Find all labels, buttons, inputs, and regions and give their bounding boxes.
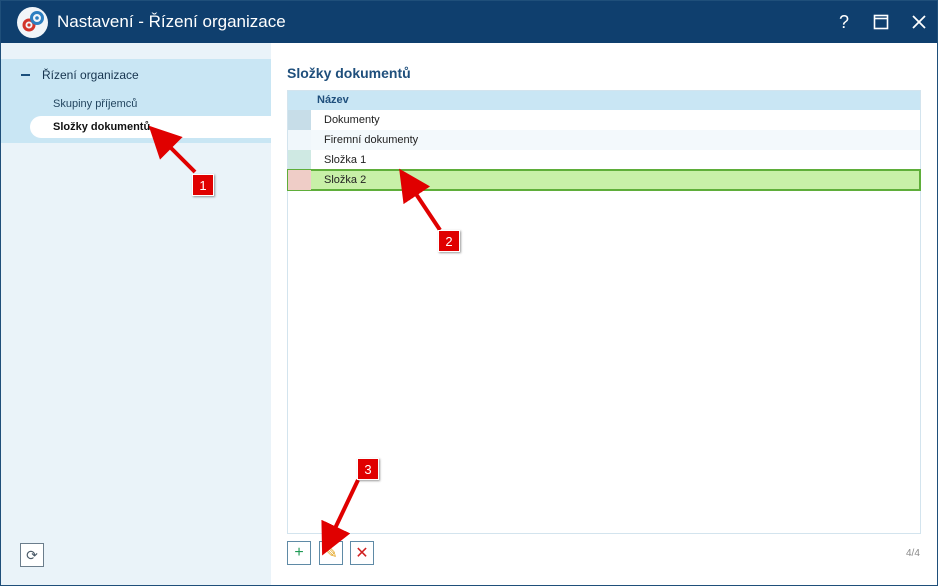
sidebar-item-label: Skupiny příjemců bbox=[53, 98, 138, 110]
plus-icon: + bbox=[294, 544, 304, 561]
table-row[interactable]: Složka 1 bbox=[288, 150, 920, 170]
refresh-button[interactable]: ⟳ bbox=[20, 543, 44, 567]
help-button[interactable]: ? bbox=[829, 7, 859, 37]
color-swatch bbox=[288, 110, 311, 130]
settings-window: Nastavení - Řízení organizace ? Řízení o… bbox=[0, 0, 938, 586]
tree-node-label: Řízení organizace bbox=[42, 68, 139, 82]
callout-1: 1 bbox=[192, 174, 214, 196]
refresh-icon: ⟳ bbox=[26, 546, 38, 563]
folder-name: Dokumenty bbox=[324, 114, 380, 126]
table-row-selected[interactable]: Složka 2 bbox=[287, 169, 921, 191]
close-icon bbox=[912, 15, 926, 29]
delete-icon: ✕ bbox=[355, 545, 369, 562]
page-counter: 4/4 bbox=[906, 548, 920, 559]
table-row[interactable]: Firemní dokumenty bbox=[288, 130, 920, 150]
sidebar: Řízení organizace Skupiny příjemců Složk… bbox=[1, 43, 271, 585]
callout-2: 2 bbox=[438, 230, 460, 252]
collapse-icon[interactable] bbox=[21, 74, 30, 76]
tree-node-rizeni-organizace[interactable]: Řízení organizace bbox=[1, 59, 271, 91]
edit-button[interactable]: ✎ bbox=[319, 541, 343, 565]
main-panel: Složky dokumentů Název Dokumenty Firemní… bbox=[271, 43, 937, 585]
window-title: Nastavení - Řízení organizace bbox=[57, 12, 286, 31]
callout-3: 3 bbox=[357, 458, 379, 480]
folder-name: Firemní dokumenty bbox=[324, 134, 419, 146]
add-button[interactable]: + bbox=[287, 541, 311, 565]
color-swatch bbox=[288, 130, 311, 150]
folder-name: Složka 1 bbox=[324, 154, 367, 166]
title-bar: Nastavení - Řízení organizace ? bbox=[1, 1, 937, 43]
page-title: Složky dokumentů bbox=[287, 65, 411, 81]
sidebar-item-slozky-dokumentu[interactable]: Složky dokumentů bbox=[30, 116, 271, 138]
sidebar-item-label: Složky dokumentů bbox=[53, 121, 151, 133]
delete-button[interactable]: ✕ bbox=[350, 541, 374, 565]
maximize-button[interactable] bbox=[866, 7, 896, 37]
color-swatch bbox=[288, 150, 311, 170]
folders-table: Název Dokumenty Firemní dokumenty Složka… bbox=[287, 90, 921, 534]
color-swatch bbox=[288, 170, 311, 190]
column-header-nazev[interactable]: Název bbox=[317, 94, 349, 106]
pencil-icon: ✎ bbox=[324, 545, 338, 562]
close-button[interactable] bbox=[904, 7, 934, 37]
folder-name: Složka 2 bbox=[324, 174, 367, 186]
maximize-icon bbox=[873, 14, 889, 30]
sidebar-item-skupiny-prijemcu[interactable]: Skupiny příjemců bbox=[30, 93, 271, 115]
gears-app-icon bbox=[17, 7, 48, 38]
table-header: Název bbox=[288, 91, 920, 110]
table-row[interactable]: Dokumenty bbox=[288, 110, 920, 130]
